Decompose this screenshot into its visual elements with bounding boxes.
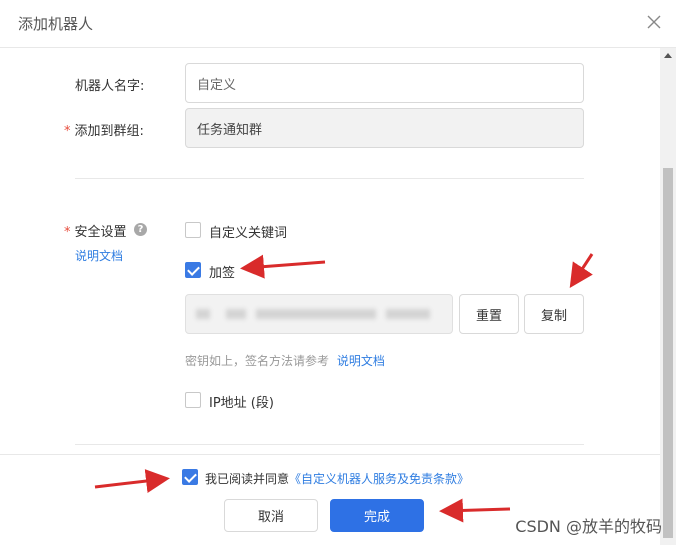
add-robot-dialog: 添加机器人 机器人名字: 自定义 * 添加到群组: 任务通知群 * 安全设置 ? 说… bbox=[0, 0, 676, 545]
scroll-up-arrow-icon[interactable] bbox=[664, 53, 672, 58]
scrollbar[interactable] bbox=[660, 48, 676, 545]
group-select: 任务通知群 bbox=[185, 108, 584, 148]
security-label-text: 安全设置 bbox=[74, 225, 127, 240]
doc-link[interactable]: 说明文档 bbox=[75, 247, 123, 264]
keyword-label: 自定义关键词 bbox=[209, 226, 288, 241]
divider bbox=[75, 178, 584, 179]
reset-button[interactable]: 重置 bbox=[459, 294, 519, 334]
keyword-checkbox[interactable] bbox=[185, 222, 201, 238]
required-mark: * bbox=[64, 124, 71, 139]
ip-checkbox[interactable] bbox=[185, 392, 201, 408]
cancel-button[interactable]: 取消 bbox=[224, 499, 318, 532]
redacted-text bbox=[226, 309, 246, 319]
close-icon[interactable] bbox=[646, 14, 662, 30]
robot-name-input[interactable]: 自定义 bbox=[185, 63, 584, 103]
security-label: * 安全设置 bbox=[64, 221, 127, 240]
watermark: CSDN @放羊的牧码 bbox=[515, 517, 662, 536]
redacted-text bbox=[196, 309, 210, 319]
done-button[interactable]: 完成 bbox=[330, 499, 424, 532]
sign-label: 加签 bbox=[209, 266, 236, 281]
hint-doc-link[interactable]: 说明文档 bbox=[337, 354, 385, 368]
dialog-header: 添加机器人 bbox=[0, 0, 676, 48]
robot-name-value: 自定义 bbox=[197, 77, 237, 93]
agree-statement: 我已阅读并同意《自定义机器人服务及免责条款》 bbox=[205, 470, 469, 487]
divider bbox=[75, 444, 584, 445]
copy-button[interactable]: 复制 bbox=[524, 294, 584, 334]
redacted-text bbox=[386, 309, 430, 319]
secret-field bbox=[185, 294, 453, 334]
secret-hint: 密钥如上，签名方法请参考 说明文档 bbox=[185, 352, 385, 369]
help-icon[interactable]: ? bbox=[134, 223, 147, 236]
ip-label: IP地址 (段) bbox=[209, 396, 274, 411]
hint-text: 密钥如上，签名方法请参考 bbox=[185, 354, 330, 368]
redacted-text bbox=[256, 309, 376, 319]
agree-text: 我已阅读并同意 bbox=[205, 472, 290, 486]
group-label: * 添加到群组: bbox=[64, 120, 144, 139]
robot-name-label: 机器人名字: bbox=[75, 79, 145, 94]
terms-link[interactable]: 《自定义机器人服务及免责条款》 bbox=[289, 472, 469, 486]
agree-checkbox[interactable] bbox=[182, 469, 198, 485]
scrollbar-thumb[interactable] bbox=[663, 168, 673, 538]
group-label-text: 添加到群组: bbox=[74, 124, 144, 139]
sign-checkbox[interactable] bbox=[185, 262, 201, 278]
group-value: 任务通知群 bbox=[197, 122, 263, 138]
dialog-body: 机器人名字: 自定义 * 添加到群组: 任务通知群 * 安全设置 ? 说明文档 自定… bbox=[0, 48, 660, 454]
required-mark: * bbox=[64, 225, 71, 240]
dialog-title: 添加机器人 bbox=[18, 15, 94, 33]
